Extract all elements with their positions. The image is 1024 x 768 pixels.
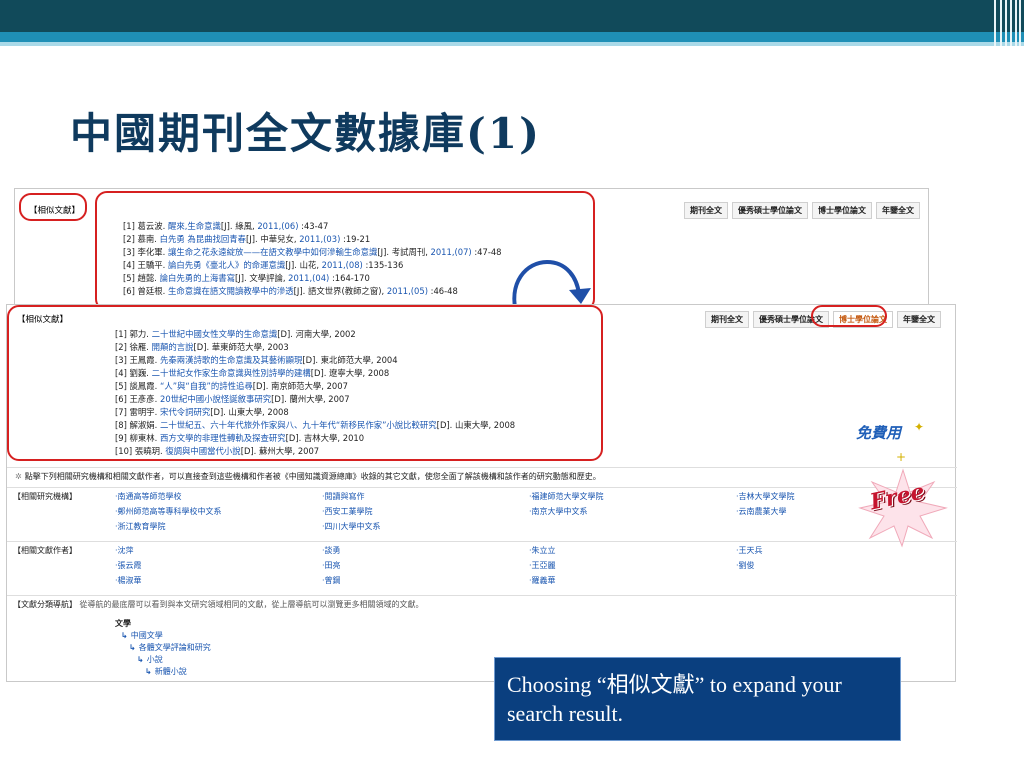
tag-list-callout [7, 305, 603, 461]
sparkle-icon: + [896, 450, 907, 464]
tab-yearbook[interactable]: 年鑒全文 [876, 202, 920, 219]
tab-doctoral[interactable]: 博士學位論文 [812, 202, 872, 219]
tree-node[interactable]: ↳ 各體文學評論和研究 [115, 642, 211, 654]
sparkle-icon: ✦ [914, 420, 925, 434]
institution-link[interactable]: ·閱讀與寫作 [322, 491, 529, 503]
enter-arrow-icon: ↳ [121, 631, 128, 640]
category-tree: 文學 ↳ 中國文學 ↳ 各體文學評論和研究 ↳ 小說 ↳ 新體小說 [115, 618, 211, 678]
caption-box: Choosing “相似文獻” to expand your search re… [494, 657, 901, 741]
nav-desc: 從導航的最底層可以看到與本文研究領域相同的文獻，從上層導航可以瀏覽更多相關領域的… [79, 600, 424, 609]
institution-link[interactable]: ·鄭州師范高等專科學校中文系 [115, 506, 322, 518]
authors-label: 【相關文獻作者】 [13, 546, 77, 555]
tab-journal[interactable]: 期刊全文 [705, 311, 749, 328]
tree-node[interactable]: 文學 [115, 618, 211, 630]
tab-callout [811, 305, 887, 327]
header-band-light [0, 42, 1024, 46]
institution-link[interactable]: ·南京大學中文系 [529, 506, 736, 518]
header-stripes [990, 0, 1024, 46]
free-badge: 免費用 ✦ + Free [852, 420, 952, 550]
enter-arrow-icon: ↳ [145, 667, 152, 676]
related-institutions: 【相關研究機構】 ·南通高等師范學校 ·閱讀與寫作 ·福建師范大學文學院 ·吉林… [7, 487, 957, 539]
tree-node[interactable]: ↳ 小說 [115, 654, 211, 666]
author-link[interactable]: ·楊淑華 [115, 575, 322, 587]
related-authors: 【相關文獻作者】 ·沈萍 ·談勇 ·朱立立 ·王天兵 ·張云霞 ·田亮 ·王亞麗… [7, 541, 957, 593]
tree-node[interactable]: ↳ 中國文學 [115, 630, 211, 642]
header-band-mid [0, 32, 1024, 42]
tree-node[interactable]: ↳ 新體小說 [115, 666, 211, 678]
author-link[interactable]: ·田亮 [322, 560, 529, 572]
doctoral-similar-panel: 【相似文獻】 期刊全文 優秀碩士學位論文 博士學位論文 年鑒全文 [1] 郭力.… [6, 304, 957, 682]
institution-link[interactable]: ·福建師范大學文學院 [529, 491, 736, 503]
institution-link[interactable]: ·四川大學中文系 [322, 521, 529, 533]
institution-link[interactable]: ·南通高等師范學校 [115, 491, 322, 503]
author-link[interactable]: ·沈萍 [115, 545, 322, 557]
header-band-dark [0, 0, 1024, 32]
author-link[interactable]: ·劉俊 [736, 560, 943, 572]
institution-link[interactable]: ·西安工業學院 [322, 506, 529, 518]
db-tabs: 期刊全文 優秀碩士學位論文 博士學位論文 年鑒全文 [684, 202, 920, 219]
journal-similar-panel: 【相似文獻】 期刊全文 優秀碩士學位論文 博士學位論文 年鑒全文 [1] 葛云波… [14, 188, 929, 311]
author-link[interactable]: ·談勇 [322, 545, 529, 557]
free-cn-label: 免費用 [856, 424, 902, 442]
tab-yearbook[interactable]: 年鑒全文 [897, 311, 941, 328]
related-notice: ✲ 點擊下列相關研究機構和相關文獻作者，可以直接查到這些機構和作者被《中國知識資源… [7, 467, 957, 485]
tab-journal[interactable]: 期刊全文 [684, 202, 728, 219]
info-icon: ✲ [15, 472, 22, 481]
institution-link[interactable]: ·浙江教育學院 [115, 521, 322, 533]
slide-title: 中國期刊全文數據庫(1) [70, 109, 541, 158]
author-link[interactable]: ·曾鋼 [322, 575, 529, 587]
author-link[interactable]: ·羅義華 [529, 575, 736, 587]
nav-label: 【文獻分類導航】 [13, 600, 77, 609]
nav-note: 【文獻分類導航】 從導航的最底層可以看到與本文研究領域相同的文獻，從上層導航可以… [13, 599, 424, 610]
institutions-label: 【相關研究機構】 [13, 492, 77, 501]
tag-callout [19, 193, 87, 221]
tab-masters[interactable]: 優秀碩士學位論文 [732, 202, 808, 219]
author-link[interactable]: ·張云霞 [115, 560, 322, 572]
author-link[interactable]: ·王亞麗 [529, 560, 736, 572]
enter-arrow-icon: ↳ [129, 643, 136, 652]
enter-arrow-icon: ↳ [137, 655, 144, 664]
author-link[interactable]: ·朱立立 [529, 545, 736, 557]
